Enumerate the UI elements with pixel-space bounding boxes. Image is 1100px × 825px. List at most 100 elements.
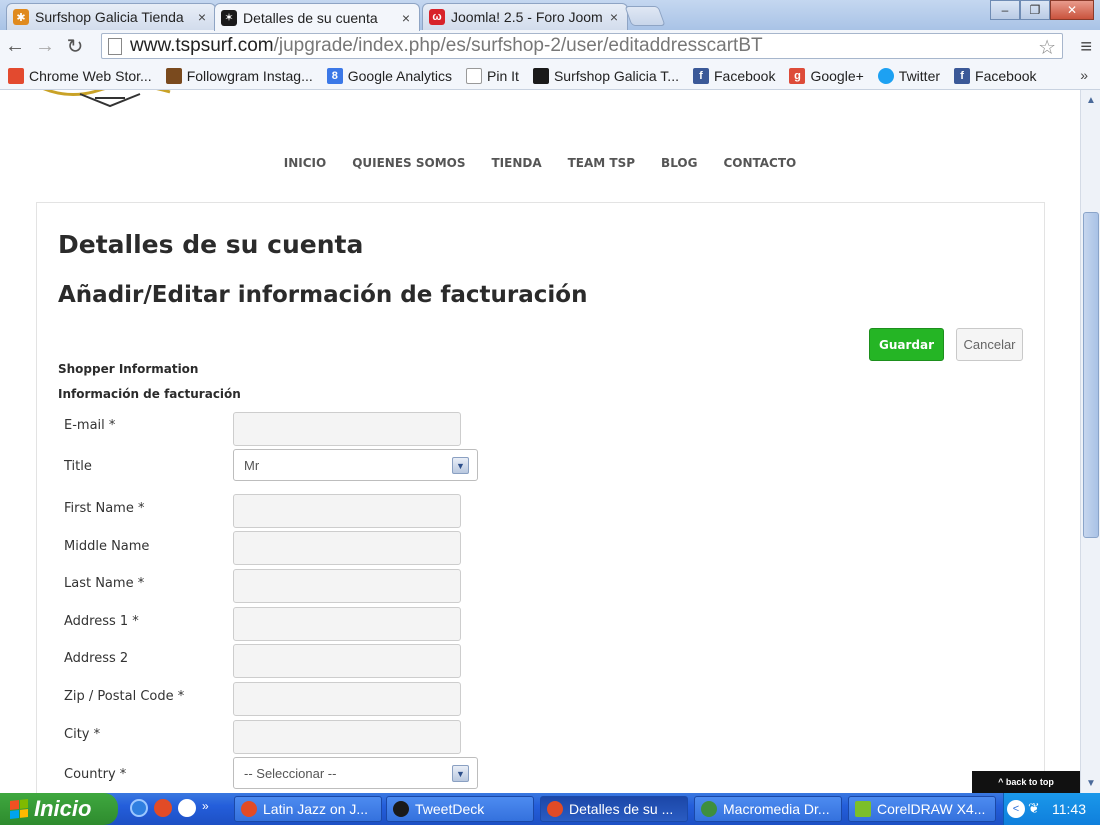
bookmark-item[interactable]: g Google+	[789, 67, 864, 84]
address2-label: Address 2	[64, 651, 129, 666]
bookmark-item[interactable]: Surfshop Galicia T...	[532, 67, 679, 84]
address-bar[interactable]: www.tspsurf.com/jupgrade/index.php/es/su…	[101, 33, 1063, 59]
chevron-down-icon[interactable]: ▼	[452, 765, 469, 782]
site-logo[interactable]	[40, 90, 180, 108]
quick-launch-more[interactable]: »	[202, 799, 209, 817]
title-label: Title	[64, 459, 92, 474]
chrome-store-icon	[8, 67, 24, 84]
restore-icon[interactable]: ❐	[1020, 0, 1050, 20]
page-icon	[108, 37, 122, 55]
taskbar-button[interactable]: TweetDeck	[386, 796, 534, 822]
scroll-down-icon[interactable]: ▼	[1083, 775, 1099, 791]
followgram-icon	[165, 67, 182, 84]
url-host: www.tspsurf.com	[130, 35, 274, 56]
taskbar-button[interactable]: CorelDRAW X4...	[848, 796, 996, 822]
joomla-favicon-icon: ✱	[13, 9, 29, 25]
window-close-icon[interactable]: ✕	[1050, 0, 1094, 20]
city-field[interactable]	[233, 720, 461, 754]
chevron-down-icon[interactable]: ▼	[452, 457, 469, 474]
new-tab-button[interactable]	[624, 6, 666, 26]
windows-logo-icon	[10, 799, 28, 819]
close-icon[interactable]: ×	[399, 10, 413, 26]
close-icon[interactable]: ×	[195, 9, 209, 25]
tweetdeck-icon	[393, 801, 409, 817]
zip-label: Zip / Postal Code *	[64, 689, 185, 704]
bookmark-item[interactable]: f Facebook	[954, 67, 1037, 84]
taskbar-button[interactable]: Detalles de su ...	[540, 796, 688, 822]
minimize-icon[interactable]: –	[990, 0, 1020, 20]
back-to-top-button[interactable]: ^ back to top	[972, 771, 1080, 793]
taskbar-button[interactable]: Macromedia Dr...	[694, 796, 842, 822]
nav-contacto[interactable]: CONTACTO	[723, 156, 796, 170]
forward-arrow-icon[interactable]: →	[30, 35, 60, 58]
tab-title: Surfshop Galicia Tienda	[35, 9, 184, 25]
nav-inicio[interactable]: INICIO	[284, 156, 326, 170]
page-viewport: INICIO QUIENES SOMOS TIENDA TEAM TSP BLO…	[0, 90, 1080, 793]
nav-quienes-somos[interactable]: QUIENES SOMOS	[352, 156, 465, 170]
zip-field[interactable]	[233, 682, 461, 716]
page-title: Detalles de su cuenta	[58, 230, 364, 259]
page-icon	[466, 67, 483, 84]
chevron-left-icon[interactable]: <	[1007, 800, 1025, 818]
window-controls: – ❐ ✕	[990, 0, 1094, 20]
first-name-label: First Name *	[64, 501, 145, 516]
scroll-up-icon[interactable]: ▲	[1083, 92, 1099, 108]
first-name-field[interactable]	[233, 494, 461, 528]
close-icon[interactable]: ×	[607, 9, 621, 25]
middle-name-field[interactable]	[233, 531, 461, 565]
nav-team-tsp[interactable]: TEAM TSP	[568, 156, 635, 170]
taskbar-button[interactable]: Latin Jazz on J...	[234, 796, 382, 822]
twitter-icon	[877, 67, 894, 84]
address1-label: Address 1 *	[64, 614, 139, 629]
bookmark-item[interactable]: 8 Google Analytics	[326, 67, 452, 84]
email-label: E-mail *	[64, 418, 116, 433]
chrome-icon[interactable]	[154, 799, 172, 817]
start-button[interactable]: Inicio	[0, 793, 118, 825]
address2-field[interactable]	[233, 644, 461, 678]
title-select-value: Mr	[244, 457, 260, 473]
browser-toolbar: ← → ↻ www.tspsurf.com/jupgrade/index.php…	[0, 30, 1100, 62]
bookmark-star-icon[interactable]: ☆	[1038, 35, 1056, 60]
ie-icon[interactable]	[130, 799, 148, 817]
section-billing-information: Información de facturación	[58, 387, 241, 401]
bookmarks-more-chevron[interactable]: »	[1080, 67, 1088, 83]
coreldraw-icon	[855, 801, 871, 817]
tab-joomla-foro[interactable]: ω Joomla! 2.5 - Foro Joom ×	[422, 3, 628, 30]
surfshop-icon	[532, 67, 549, 84]
title-select[interactable]: Mr ▼	[233, 449, 478, 481]
tab-detalles[interactable]: ✶ Detalles de su cuenta ×	[214, 3, 420, 31]
email-field[interactable]	[233, 412, 461, 446]
bookmark-item[interactable]: Pin It	[466, 67, 519, 84]
vertical-scrollbar[interactable]: ▲ ▼	[1080, 90, 1100, 793]
nav-tienda[interactable]: TIENDA	[491, 156, 541, 170]
reload-icon[interactable]: ↻	[60, 34, 90, 59]
bookmark-item[interactable]: Twitter	[877, 67, 940, 84]
analytics-icon: 8	[326, 67, 343, 84]
system-tray: < ❦ 11:43	[1003, 793, 1100, 825]
address1-field[interactable]	[233, 607, 461, 641]
last-name-label: Last Name *	[64, 576, 145, 591]
country-select[interactable]: -- Seleccionar -- ▼	[233, 757, 478, 789]
bookmark-item[interactable]: f Facebook	[692, 67, 775, 84]
menu-icon[interactable]: ≡	[1080, 36, 1092, 59]
clock[interactable]: 11:43	[1052, 801, 1086, 817]
bookmark-item[interactable]: Chrome Web Stor...	[8, 67, 152, 84]
bookmark-item[interactable]: Followgram Instag...	[165, 67, 313, 84]
last-name-field[interactable]	[233, 569, 461, 603]
save-button[interactable]: Guardar	[869, 328, 944, 361]
tab-surfshop[interactable]: ✱ Surfshop Galicia Tienda ×	[6, 3, 216, 30]
facebook-icon: f	[954, 67, 971, 84]
scrollbar-thumb[interactable]	[1083, 212, 1099, 538]
twitter-bird-icon[interactable]: ❦	[1028, 800, 1040, 817]
section-shopper-information: Shopper Information	[58, 362, 199, 376]
star-icon[interactable]	[178, 799, 196, 817]
back-arrow-icon[interactable]: ←	[0, 35, 30, 58]
tab-title: Joomla! 2.5 - Foro Joom	[451, 9, 603, 25]
cancel-button[interactable]: Cancelar	[956, 328, 1023, 361]
city-label: City *	[64, 727, 101, 742]
taskbar: Inicio » Latin Jazz on J... TweetDeck De…	[0, 793, 1100, 825]
country-label: Country *	[64, 767, 127, 782]
nav-blog[interactable]: BLOG	[661, 156, 697, 170]
google-plus-icon: g	[789, 67, 806, 84]
tab-title: Detalles de su cuenta	[243, 9, 378, 26]
